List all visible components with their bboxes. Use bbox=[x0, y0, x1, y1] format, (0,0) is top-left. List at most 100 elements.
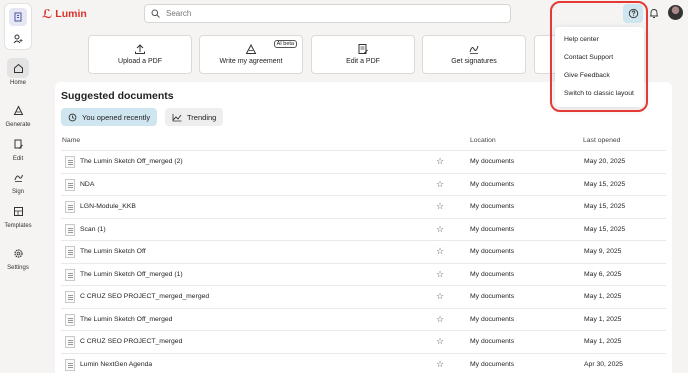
file-thumbnail bbox=[65, 246, 75, 258]
table-row[interactable]: LGN-Module_KKB ☆ My documents May 15, 20… bbox=[61, 195, 666, 217]
document-name: Lumin NextGen Agenda bbox=[80, 361, 153, 368]
gear-icon bbox=[13, 248, 23, 258]
document-location: My documents bbox=[470, 226, 515, 233]
document-date: May 15, 2025 bbox=[584, 226, 626, 233]
document-name: The Lumin Sketch Off_merged bbox=[80, 316, 173, 323]
star-icon[interactable]: ☆ bbox=[436, 156, 444, 167]
file-thumbnail bbox=[65, 201, 75, 213]
nav-settings-label: Settings bbox=[7, 265, 29, 271]
home-icon bbox=[13, 63, 23, 73]
menu-item-give-feedback[interactable]: Give Feedback bbox=[564, 72, 610, 79]
write-agreement-card[interactable]: AI beta Write my agreement bbox=[199, 35, 303, 74]
help-button[interactable] bbox=[623, 4, 643, 23]
sign-icon bbox=[14, 174, 23, 182]
notifications-button[interactable] bbox=[647, 5, 661, 21]
file-thumbnail bbox=[65, 314, 75, 326]
upload-icon bbox=[135, 44, 145, 54]
nav-generate-label: Generate bbox=[5, 122, 31, 128]
file-thumbnail bbox=[65, 179, 75, 191]
document-name: The Lumin Sketch Off_merged (2) bbox=[80, 158, 183, 165]
brand-name: Lumin bbox=[55, 8, 87, 20]
get-signatures-card[interactable]: Get signatures bbox=[422, 35, 526, 74]
document-date: May 9, 2025 bbox=[584, 248, 622, 255]
star-icon[interactable]: ☆ bbox=[436, 336, 444, 347]
column-location[interactable]: Location bbox=[470, 137, 496, 144]
table-row[interactable]: The Lumin Sketch Off_merged (2) ☆ My doc… bbox=[61, 150, 666, 172]
star-icon[interactable]: ☆ bbox=[436, 179, 444, 190]
document-location: My documents bbox=[470, 361, 515, 368]
document-name: C CRUZ SEO PROJECT_merged bbox=[80, 338, 183, 345]
table-row[interactable]: Lumin NextGen Agenda ☆ My documents Apr … bbox=[61, 353, 666, 373]
document-name: NDA bbox=[80, 181, 95, 188]
document-location: My documents bbox=[470, 203, 515, 210]
file-thumbnail bbox=[65, 359, 75, 371]
column-last-opened[interactable]: Last opened bbox=[583, 137, 620, 144]
nav-sign[interactable]: Sign bbox=[0, 167, 36, 195]
menu-item-help-center[interactable]: Help center bbox=[564, 36, 599, 43]
table-row[interactable]: C CRUZ SEO PROJECT_merged ☆ My documents… bbox=[61, 330, 666, 352]
search-input[interactable] bbox=[166, 9, 466, 18]
document-name: LGN-Module_KKB bbox=[80, 203, 136, 210]
get-signatures-label: Get signatures bbox=[451, 58, 497, 65]
document-name: The Lumin Sketch Off_merged (1) bbox=[80, 271, 183, 278]
nav-templates[interactable]: Templates bbox=[0, 201, 36, 229]
filter-opened-recently[interactable]: You opened recently bbox=[61, 108, 158, 126]
document-date: May 15, 2025 bbox=[584, 203, 626, 210]
workspace-switcher bbox=[4, 3, 32, 50]
column-name[interactable]: Name bbox=[62, 137, 80, 144]
person-add-icon[interactable] bbox=[9, 30, 27, 48]
trending-icon bbox=[172, 113, 182, 121]
document-name: C CRUZ SEO PROJECT_merged_merged bbox=[80, 293, 210, 300]
edit-pdf-card[interactable]: Edit a PDF bbox=[311, 35, 415, 74]
document-location: My documents bbox=[470, 158, 515, 165]
upload-pdf-card[interactable]: Upload a PDF bbox=[88, 35, 192, 74]
document-location: My documents bbox=[470, 338, 515, 345]
signature-icon bbox=[469, 45, 479, 54]
table-header: Name Location Last opened bbox=[55, 135, 672, 149]
section-title: Suggested documents bbox=[61, 90, 174, 102]
star-icon[interactable]: ☆ bbox=[436, 201, 444, 212]
filter-opened-recently-label: You opened recently bbox=[82, 112, 151, 122]
table-row[interactable]: The Lumin Sketch Off_merged (1) ☆ My doc… bbox=[61, 263, 666, 285]
nav-edit-label: Edit bbox=[12, 156, 24, 162]
menu-item-classic-layout[interactable]: Switch to classic layout bbox=[564, 90, 634, 97]
filter-trending[interactable]: Trending bbox=[165, 108, 224, 126]
document-date: May 20, 2025 bbox=[584, 158, 626, 165]
menu-item-contact-support[interactable]: Contact Support bbox=[564, 54, 613, 61]
document-location: My documents bbox=[470, 293, 515, 300]
file-thumbnail bbox=[65, 291, 75, 303]
table-row[interactable]: C CRUZ SEO PROJECT_merged_merged ☆ My do… bbox=[61, 285, 666, 307]
edit-pdf-label: Edit a PDF bbox=[346, 58, 380, 65]
nav-home[interactable]: Home bbox=[0, 58, 36, 86]
star-icon[interactable]: ☆ bbox=[436, 291, 444, 302]
star-icon[interactable]: ☆ bbox=[436, 224, 444, 235]
star-icon[interactable]: ☆ bbox=[436, 359, 444, 370]
help-menu: Help center Contact Support Give Feedbac… bbox=[555, 27, 644, 107]
brand-logo[interactable]: ℒ Lumin bbox=[42, 7, 87, 21]
file-thumbnail bbox=[65, 156, 75, 168]
star-icon[interactable]: ☆ bbox=[436, 314, 444, 325]
ai-beta-badge: AI beta bbox=[273, 40, 297, 48]
search-icon bbox=[151, 9, 160, 18]
star-icon[interactable]: ☆ bbox=[436, 269, 444, 280]
edit-icon bbox=[14, 139, 23, 149]
nav-settings[interactable]: Settings bbox=[0, 243, 36, 271]
document-date: May 1, 2025 bbox=[584, 293, 622, 300]
nav-edit[interactable]: Edit bbox=[0, 134, 36, 162]
building-icon[interactable] bbox=[9, 8, 27, 26]
edit-pdf-icon bbox=[358, 44, 368, 54]
search-bar[interactable] bbox=[144, 4, 511, 23]
star-icon[interactable]: ☆ bbox=[436, 246, 444, 257]
table-row[interactable]: NDA ☆ My documents May 15, 2025 bbox=[61, 173, 666, 195]
nav-generate[interactable]: Generate bbox=[0, 100, 36, 128]
table-row[interactable]: The Lumin Sketch Off_merged ☆ My documen… bbox=[61, 308, 666, 330]
generate-icon bbox=[13, 104, 23, 115]
table-row[interactable]: Scan (1) ☆ My documents May 15, 2025 bbox=[61, 218, 666, 240]
filter-trending-label: Trending bbox=[187, 112, 217, 122]
document-date: May 1, 2025 bbox=[584, 316, 622, 323]
document-location: My documents bbox=[470, 181, 515, 188]
avatar[interactable] bbox=[668, 5, 683, 20]
document-name: Scan (1) bbox=[80, 226, 106, 233]
question-icon bbox=[628, 8, 638, 19]
table-row[interactable]: The Lumin Sketch Off ☆ My documents May … bbox=[61, 240, 666, 262]
